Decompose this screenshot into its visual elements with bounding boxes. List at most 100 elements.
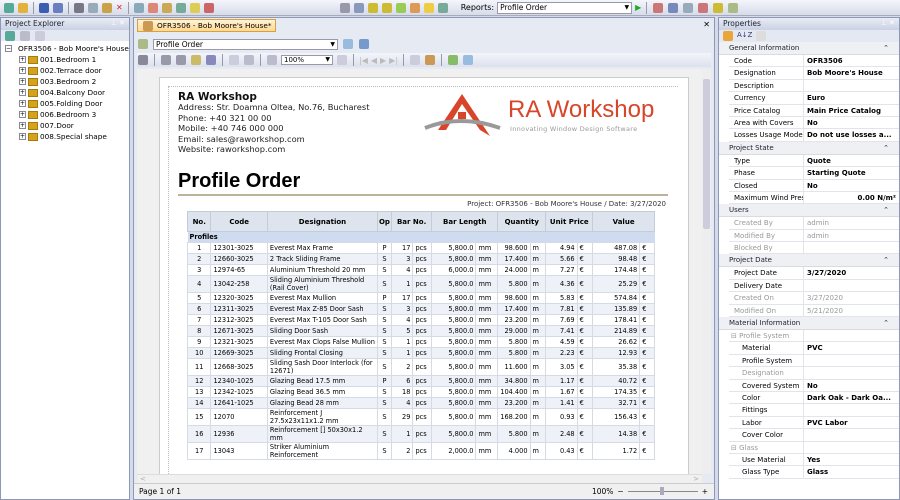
- property-value[interactable]: No: [804, 117, 899, 128]
- stock-icon[interactable]: [395, 2, 406, 13]
- open-icon[interactable]: [18, 2, 28, 13]
- run-report-icon[interactable]: ▶: [635, 3, 641, 12]
- zoom-minus-button[interactable]: −: [617, 487, 623, 496]
- tree-item[interactable]: +008.Special shape: [5, 131, 125, 142]
- property-value[interactable]: [804, 355, 899, 366]
- item-icon[interactable]: [161, 2, 172, 13]
- tree-item[interactable]: +005.Folding Door: [5, 98, 125, 109]
- page-setup-icon[interactable]: [161, 55, 171, 65]
- property-row[interactable]: Description: [729, 79, 899, 93]
- last-page-icon[interactable]: ▶|: [389, 56, 398, 65]
- property-row[interactable]: Color Dark Oak - Dark Oa...: [729, 391, 899, 405]
- property-value[interactable]: Quote: [804, 155, 899, 166]
- find-icon[interactable]: [138, 55, 148, 65]
- list-icon[interactable]: [175, 2, 186, 13]
- property-value[interactable]: PVC Labor: [804, 417, 899, 428]
- property-row[interactable]: Modified By admin: [729, 229, 899, 243]
- property-row[interactable]: Created By admin: [729, 217, 899, 230]
- expand-icon[interactable]: +: [19, 89, 26, 96]
- sort-az-icon[interactable]: A↓Z: [737, 31, 752, 41]
- property-category[interactable]: Users ⌃: [719, 204, 899, 218]
- property-value[interactable]: OFR3506: [804, 55, 899, 66]
- expand-icon[interactable]: +: [19, 122, 26, 129]
- new-project-icon[interactable]: [4, 2, 14, 13]
- property-pages-icon[interactable]: [756, 31, 767, 41]
- preview-icon[interactable]: [359, 39, 369, 49]
- refresh-icon[interactable]: [5, 31, 15, 41]
- tree-item[interactable]: +002.Terrace door: [5, 65, 125, 76]
- property-value[interactable]: [804, 280, 899, 291]
- property-row[interactable]: Use Material Yes: [729, 453, 899, 467]
- tree-view-icon[interactable]: [35, 31, 45, 41]
- print-icon[interactable]: [176, 55, 186, 65]
- expand-icon[interactable]: +: [19, 78, 26, 85]
- cut-icon[interactable]: [74, 2, 84, 13]
- lightning-icon[interactable]: [423, 2, 434, 13]
- design-icon[interactable]: [147, 2, 158, 13]
- barcode-icon[interactable]: [653, 2, 664, 13]
- property-row[interactable]: Designation Bob Moore's House: [729, 67, 899, 80]
- property-row[interactable]: Labor PVC Labor: [729, 416, 899, 430]
- label-icon[interactable]: [668, 2, 679, 13]
- property-value[interactable]: [804, 442, 899, 453]
- tree-item[interactable]: +003.Bedroom 2: [5, 76, 125, 87]
- vertical-scrollbar[interactable]: [702, 69, 711, 474]
- property-row[interactable]: Losses Usage Mode Do not use losses a...: [729, 129, 899, 142]
- collapse-icon[interactable]: ⌃: [883, 256, 889, 266]
- property-value[interactable]: admin: [804, 217, 899, 228]
- property-row[interactable]: Delivery Date: [729, 279, 899, 293]
- property-value[interactable]: admin: [804, 230, 899, 241]
- property-value[interactable]: [804, 404, 899, 415]
- report-preview[interactable]: RA Workshop Address: Str. Doamna Oltea, …: [137, 69, 702, 474]
- pin-close-icon[interactable]: ⊥ ✕: [881, 19, 895, 29]
- zoom-in-icon[interactable]: [244, 55, 254, 65]
- print-label-icon[interactable]: [683, 2, 694, 13]
- next-page-icon[interactable]: ▶: [380, 56, 386, 65]
- prev-page-icon[interactable]: ◀: [371, 56, 377, 65]
- property-value[interactable]: Glass: [804, 466, 899, 477]
- property-category[interactable]: Project Date ⌃: [719, 254, 899, 268]
- close-document-icon[interactable]: ✕: [703, 20, 710, 29]
- property-row[interactable]: Closed No: [729, 179, 899, 192]
- property-value[interactable]: PVC: [804, 342, 899, 353]
- optimize-icon[interactable]: [353, 2, 364, 13]
- export-icon[interactable]: [409, 2, 420, 13]
- tree-root[interactable]: − OFR3506 - Bob Moore's House: [5, 43, 129, 54]
- property-value[interactable]: No: [804, 180, 899, 191]
- tree-item[interactable]: +006.Bedroom 3: [5, 109, 125, 120]
- order-icon[interactable]: [367, 2, 378, 13]
- property-row[interactable]: Blocked By: [729, 242, 899, 255]
- property-row[interactable]: ⊟ Glass: [729, 441, 899, 454]
- zoom-slider[interactable]: [627, 487, 698, 495]
- report-icon[interactable]: [437, 2, 448, 13]
- list-view-icon[interactable]: [20, 31, 30, 41]
- email-icon[interactable]: [463, 55, 474, 65]
- tree-item[interactable]: +001.Bedroom 1: [5, 54, 125, 65]
- property-value[interactable]: 5/21/2020: [804, 305, 899, 316]
- property-category[interactable]: Project State ⌃: [719, 141, 899, 155]
- property-category[interactable]: General Information ⌃: [719, 42, 899, 55]
- property-value[interactable]: Bob Moore's House: [804, 67, 899, 78]
- first-page-icon[interactable]: |◀: [359, 56, 368, 65]
- tree-item[interactable]: +007.Door: [5, 120, 125, 131]
- property-value[interactable]: No: [804, 380, 899, 391]
- save-icon[interactable]: [39, 2, 49, 13]
- zoom-plus-button[interactable]: +: [702, 487, 708, 496]
- report-select[interactable]: Profile Order ▼: [153, 38, 338, 50]
- collapse-icon[interactable]: ⌃: [883, 319, 889, 329]
- collapse-icon[interactable]: −: [5, 45, 12, 52]
- property-row[interactable]: Designation: [729, 367, 899, 380]
- property-row[interactable]: ⊟ Profile System: [729, 330, 899, 343]
- expand-icon[interactable]: +: [19, 100, 26, 107]
- property-row[interactable]: Covered System No: [729, 379, 899, 392]
- property-row[interactable]: Created On 3/27/2020: [729, 292, 899, 305]
- property-row[interactable]: Area with Covers No: [729, 116, 899, 130]
- categorized-icon[interactable]: [723, 31, 733, 41]
- property-row[interactable]: Glass Type Glass: [729, 466, 899, 479]
- property-row[interactable]: Code OFR3506: [729, 55, 899, 68]
- property-value[interactable]: 3/27/2020: [804, 292, 899, 303]
- property-value[interactable]: [804, 367, 899, 378]
- expand-icon[interactable]: +: [19, 111, 26, 118]
- background-icon[interactable]: [425, 55, 436, 65]
- property-row[interactable]: Modified On 5/21/2020: [729, 304, 899, 318]
